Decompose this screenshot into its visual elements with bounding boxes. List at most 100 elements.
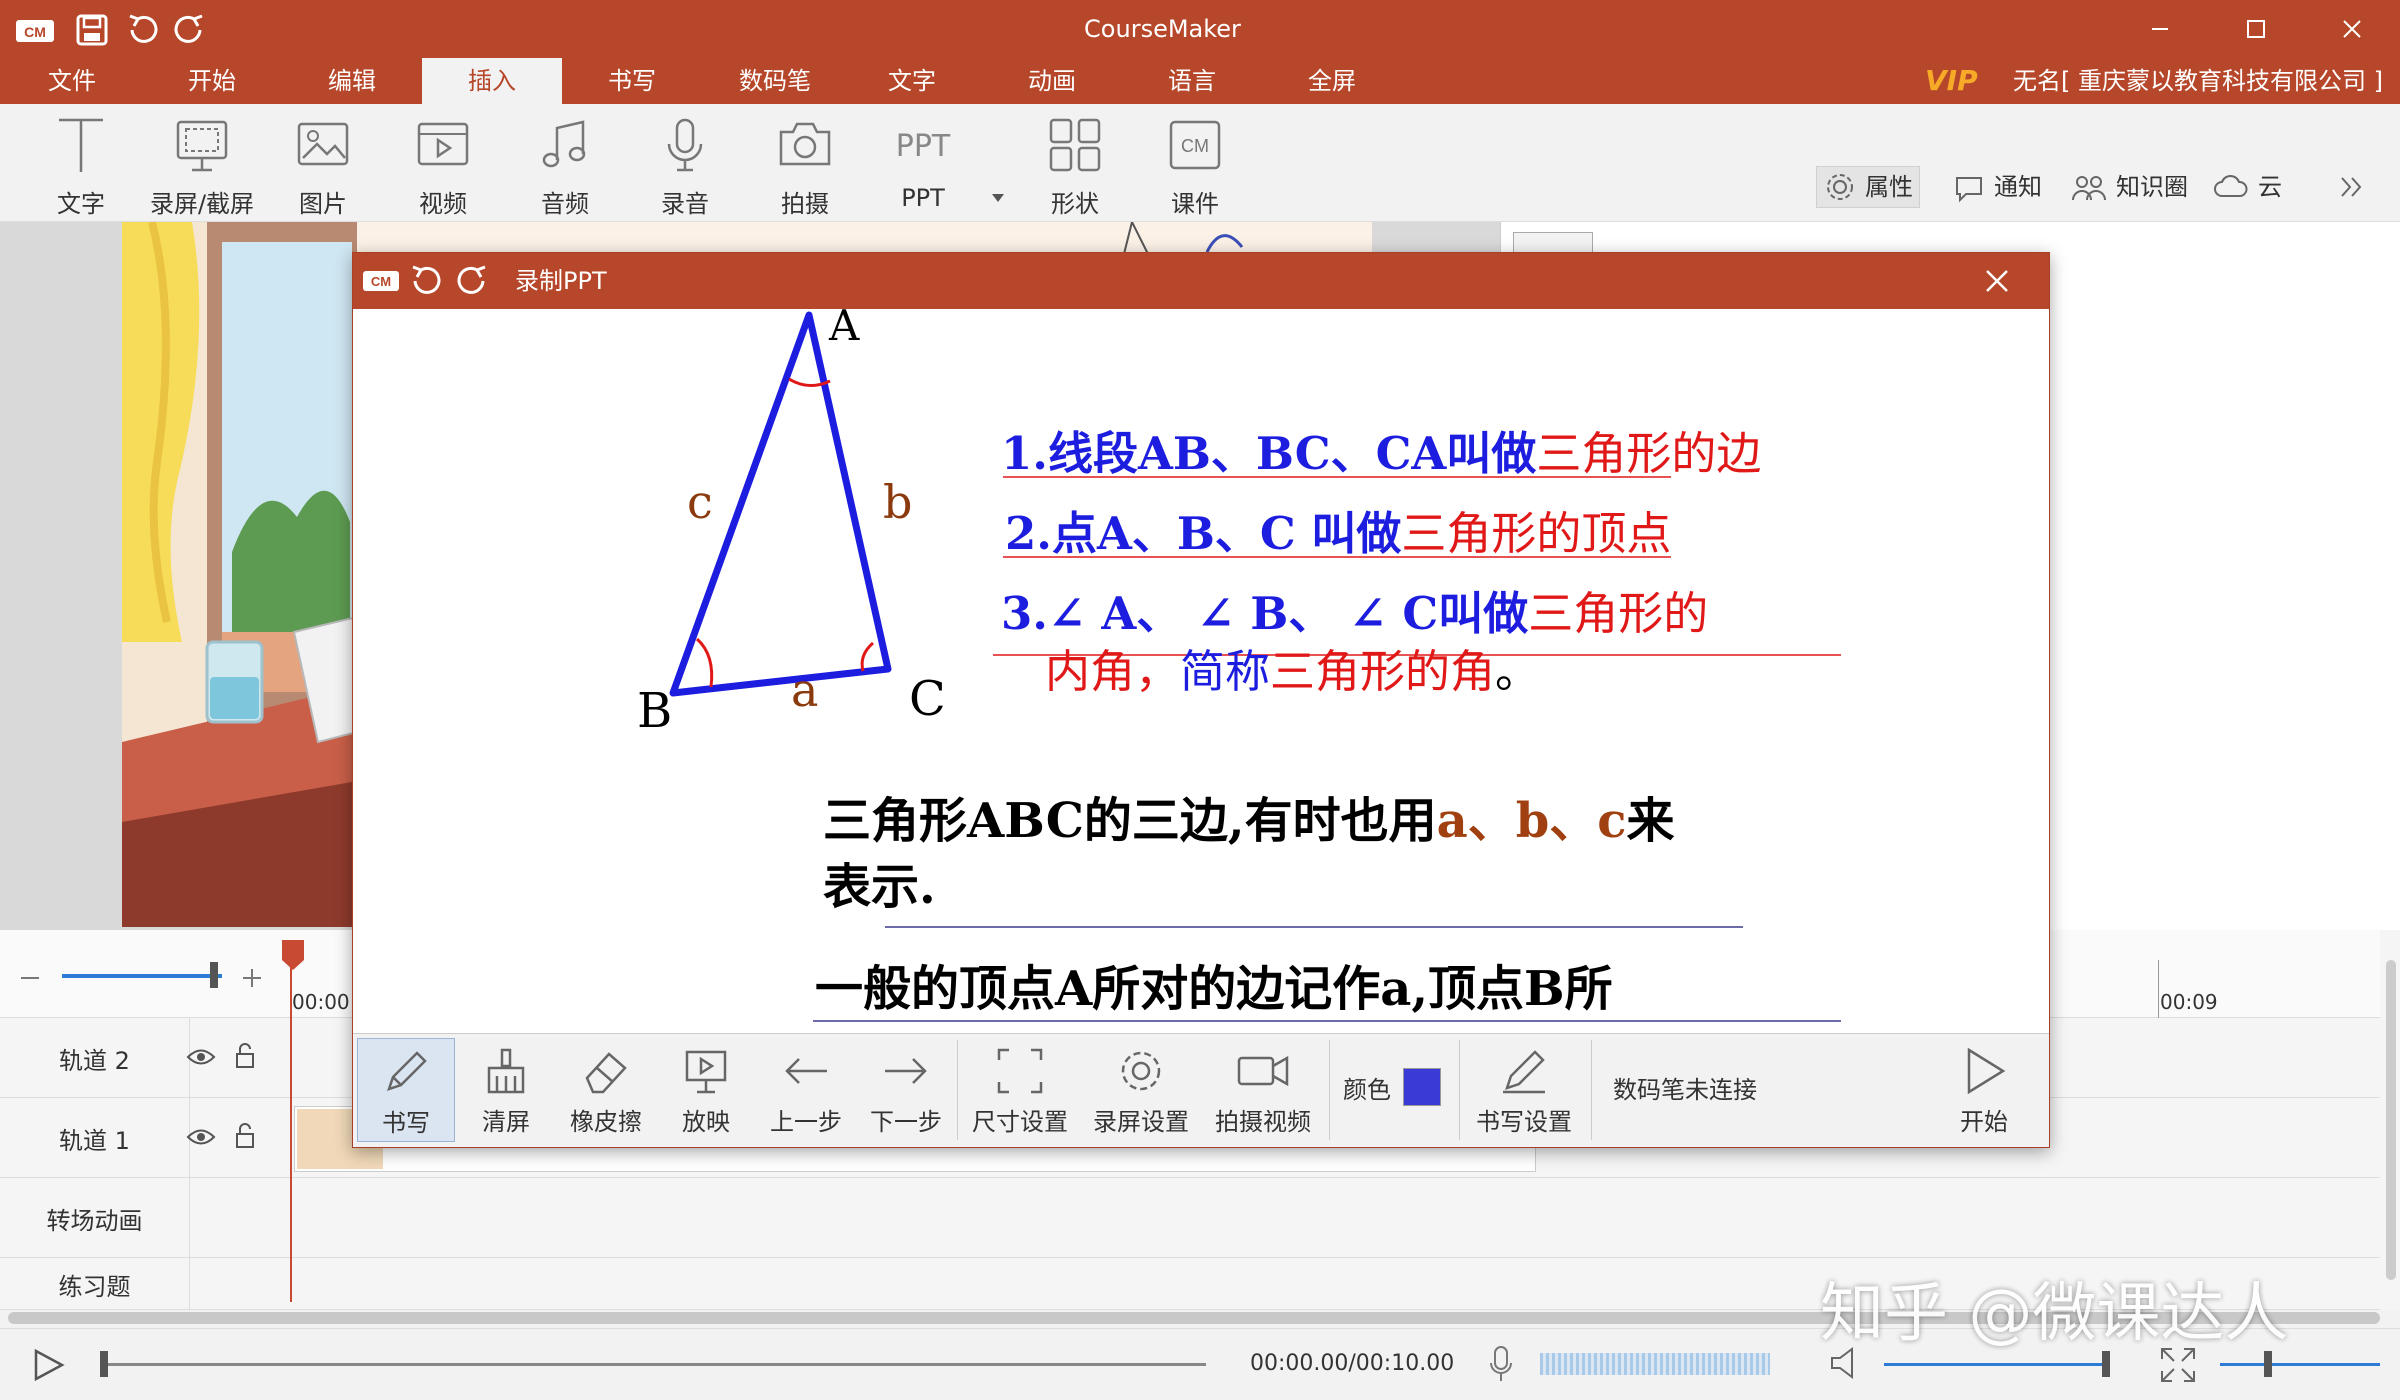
playhead-marker-icon[interactable] (282, 940, 304, 970)
image-icon (297, 122, 349, 166)
playhead[interactable] (290, 942, 292, 1302)
zoom-level-slider[interactable] (2220, 1363, 2380, 1366)
tool-clear-screen[interactable]: 清屏 (457, 1038, 555, 1142)
minimize-button[interactable] (2112, 0, 2208, 58)
volume-slider[interactable] (1884, 1363, 2110, 1366)
zoom-out-icon[interactable] (18, 966, 42, 990)
track-label: 练习题 (58, 1272, 131, 1301)
player-time: 00:00.00/00:10.00 (1250, 1351, 1455, 1376)
watermark: 知乎 @微课达人 (1820, 1277, 2289, 1351)
microphone-icon[interactable] (1488, 1345, 1514, 1385)
zoom-slider[interactable] (62, 974, 222, 978)
tool-camera[interactable]: 拍摄 (750, 114, 860, 218)
tool-ppt[interactable]: PPT PPT (868, 114, 978, 218)
tab-knowledge-circle[interactable]: 知识圈 (2064, 166, 2194, 208)
vip-badge[interactable]: VIP (1925, 58, 1978, 104)
progress-track[interactable] (100, 1363, 1206, 1366)
progress-handle[interactable] (100, 1351, 108, 1377)
ppt-icon: PPT (896, 129, 951, 164)
track-transition[interactable]: 转场动画 (0, 1178, 2380, 1258)
dialog-close-icon[interactable] (1983, 267, 2011, 295)
arrow-right-icon (885, 1058, 927, 1084)
tool-label: 课件 (1171, 190, 1219, 218)
tool-text[interactable]: 文字 (26, 114, 136, 218)
tool-record-audio[interactable]: 录音 (630, 114, 740, 218)
tool-screen-record[interactable]: 录屏/截屏 (146, 114, 258, 218)
expand-chevron-icon[interactable] (2336, 174, 2366, 200)
menu-bar: 文件 开始 编辑 插入 书写 数码笔 文字 动画 语言 全屏 VIP 无名[ 重… (0, 58, 2400, 104)
svg-text:PPT: PPT (896, 129, 951, 164)
zoom-level-handle[interactable] (2264, 1351, 2272, 1377)
lock-icon[interactable] (234, 1042, 256, 1070)
dialog-title: 录制PPT (515, 267, 607, 295)
tool-label: 音频 (541, 190, 589, 218)
paragraph-1-line-2: 表示. (823, 859, 936, 915)
microphone-icon (667, 118, 703, 172)
track-label: 轨道 2 (59, 1046, 130, 1075)
tool-label: 文字 (57, 190, 105, 218)
tool-write-settings[interactable]: 书写设置 (1469, 1038, 1579, 1142)
music-icon (542, 120, 586, 168)
menu-insert[interactable]: 插入 (422, 58, 562, 104)
tab-notifications[interactable]: 通知 (1946, 166, 2048, 208)
vertex-a-label: A (829, 309, 860, 350)
pen-settings-icon (1503, 1050, 1545, 1094)
tool-courseware[interactable]: CM 课件 (1140, 114, 1250, 218)
presentation-icon (685, 1050, 727, 1094)
menu-fullscreen[interactable]: 全屏 (1284, 58, 1380, 104)
pen-color-swatch[interactable] (1403, 1068, 1441, 1106)
menu-write[interactable]: 书写 (584, 58, 680, 104)
user-name[interactable]: 无名[ 重庆蒙以教育科技有限公司 ] (2013, 58, 2383, 104)
ppt-slide[interactable]: A B C a b c 1.线段AB、BC、CA叫做三角形的边 2.点A、B、C… (563, 309, 1841, 1033)
maximize-button[interactable] (2208, 0, 2304, 58)
tab-cloud[interactable]: 云 (2206, 166, 2288, 208)
svg-text:CM: CM (371, 274, 391, 289)
svg-text:CM: CM (1181, 136, 1209, 156)
lock-icon[interactable] (234, 1122, 256, 1150)
menu-digital-pen[interactable]: 数码笔 (720, 58, 830, 104)
tool-shapes[interactable]: 形状 (1020, 114, 1130, 218)
tool-label: 录音 (661, 190, 709, 218)
timeline-tick (2158, 960, 2159, 1018)
dialog-undo-icon[interactable] (403, 259, 447, 303)
tool-video[interactable]: 视频 (388, 114, 498, 218)
tool-next[interactable]: 下一步 (857, 1038, 955, 1142)
tool-label: 录屏/截屏 (149, 190, 255, 218)
eye-icon[interactable] (186, 1126, 216, 1148)
menu-text[interactable]: 文字 (864, 58, 960, 104)
timeline-vscrollbar[interactable] (2386, 960, 2396, 1280)
volume-handle[interactable] (2102, 1351, 2110, 1377)
definition-line-3: 3.∠ A、 ∠ B、 ∠ C叫做三角形的 (1001, 587, 1709, 640)
close-button[interactable] (2304, 0, 2400, 58)
dialog-redo-icon[interactable] (451, 259, 495, 303)
tool-label: 拍摄 (781, 190, 829, 218)
tool-label: 形状 (1051, 190, 1099, 218)
menu-language[interactable]: 语言 (1144, 58, 1240, 104)
ppt-dropdown-icon[interactable] (990, 192, 1006, 204)
side-c-label: c (687, 475, 713, 529)
eye-icon[interactable] (186, 1046, 216, 1068)
menu-file[interactable]: 文件 (24, 58, 120, 104)
tool-previous[interactable]: 上一步 (757, 1038, 855, 1142)
tool-write[interactable]: 书写 (357, 1038, 455, 1142)
play-icon (1967, 1047, 2006, 1095)
tool-present[interactable]: 放映 (657, 1038, 755, 1142)
side-b-label: b (883, 475, 913, 529)
tool-eraser[interactable]: 橡皮擦 (557, 1038, 655, 1142)
tool-audio[interactable]: 音频 (510, 114, 620, 218)
tool-shoot-video[interactable]: 拍摄视频 (1205, 1038, 1321, 1142)
tool-image[interactable]: 图片 (268, 114, 378, 218)
play-icon[interactable] (30, 1347, 66, 1383)
tab-properties[interactable]: 属性 (1816, 166, 1920, 208)
tool-record-settings[interactable]: 录屏设置 (1083, 1038, 1199, 1142)
menu-start[interactable]: 开始 (164, 58, 260, 104)
screen-record-icon (176, 120, 228, 172)
tool-size-settings[interactable]: 尺寸设置 (965, 1038, 1075, 1142)
zoom-slider-handle[interactable] (210, 962, 218, 988)
paragraph-1-line-1: 三角形ABC的三边,有时也用a、b、c来 (823, 793, 1675, 849)
video-camera-icon (1237, 1055, 1289, 1087)
start-recording-button[interactable]: 开始 (1935, 1038, 2033, 1142)
menu-edit[interactable]: 编辑 (304, 58, 400, 104)
zoom-in-icon[interactable] (240, 966, 264, 990)
menu-animation[interactable]: 动画 (1004, 58, 1100, 104)
